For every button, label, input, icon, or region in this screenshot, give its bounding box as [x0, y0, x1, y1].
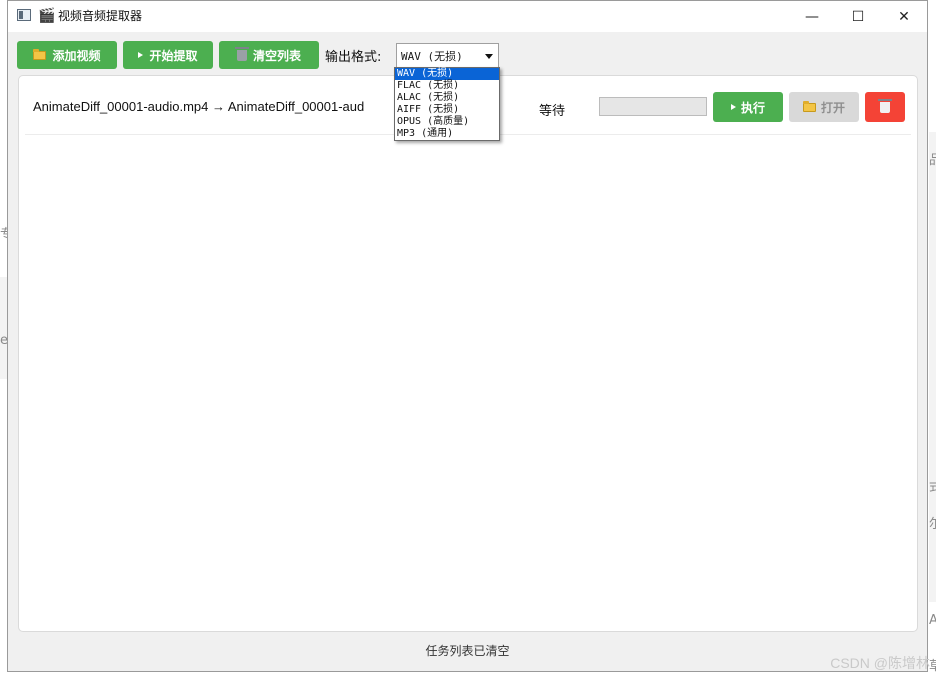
film-icon: 🎬 — [38, 8, 56, 24]
task-status: 等待 — [539, 104, 566, 119]
format-option[interactable]: AIFF (无损) — [395, 104, 499, 116]
output-format-label: 输出格式: — [325, 50, 382, 65]
watermark: CSDN @陈增林 — [830, 655, 930, 671]
maximize-button[interactable]: ☐ — [835, 1, 881, 32]
delete-button[interactable] — [865, 92, 905, 122]
start-extract-button[interactable]: 开始提取 — [123, 41, 213, 69]
title-bar[interactable]: 🎬 视频音频提取器 — ☐ ✕ — [8, 1, 927, 32]
task-list-panel: AnimateDiff_00001-audio.mp4 → AnimateDif… — [18, 75, 918, 632]
trash-icon — [878, 98, 892, 113]
window-title: 视频音频提取器 — [58, 9, 143, 23]
format-option[interactable]: ALAC (无损) — [395, 92, 499, 104]
format-option[interactable]: FLAC (无损) — [395, 80, 499, 92]
background-fragment: A — [929, 613, 936, 628]
open-label: 打开 — [820, 100, 845, 115]
task-progress-bar — [599, 97, 707, 116]
play-icon — [730, 104, 736, 110]
status-bar: 任务列表已清空 — [425, 644, 510, 658]
format-option[interactable]: WAV (无损) — [395, 68, 499, 80]
minimize-button[interactable]: — — [789, 1, 835, 32]
add-video-button[interactable]: 添加视频 — [17, 41, 117, 69]
format-option[interactable]: MP3 (通用) — [395, 128, 499, 140]
output-format-select[interactable]: WAV (无损) — [396, 43, 499, 68]
clear-list-label: 清空列表 — [252, 48, 301, 63]
clear-list-button[interactable]: 清空列表 — [219, 41, 319, 69]
close-button[interactable]: ✕ — [881, 1, 927, 32]
output-format-value: WAV (无损) — [401, 49, 463, 63]
folder-icon — [802, 100, 816, 112]
add-video-label: 添加视频 — [52, 48, 101, 63]
play-icon — [138, 52, 144, 58]
format-option[interactable]: OPUS (高质量) — [395, 116, 499, 128]
background-fragment: 尔 — [929, 517, 936, 532]
format-dropdown-list[interactable]: WAV (无损) FLAC (无损) ALAC (无损) AIFF (无损) O… — [394, 67, 500, 141]
window-app-icon — [17, 9, 31, 21]
run-label: 执行 — [740, 100, 765, 115]
background-fragment: 草 — [929, 659, 936, 674]
chevron-down-icon[interactable] — [485, 54, 493, 59]
open-button[interactable]: 打开 — [789, 92, 859, 122]
folder-icon — [33, 48, 47, 60]
background-fragment: 品 — [929, 153, 936, 168]
background-fragment: 式 — [929, 480, 936, 495]
background-app-left — [0, 277, 7, 379]
task-filename: AnimateDiff_00001-audio.mp4 → AnimateDif… — [33, 99, 365, 114]
start-extract-label: 开始提取 — [149, 48, 198, 63]
run-button[interactable]: 执行 — [713, 92, 783, 122]
trash-icon — [234, 46, 249, 61]
